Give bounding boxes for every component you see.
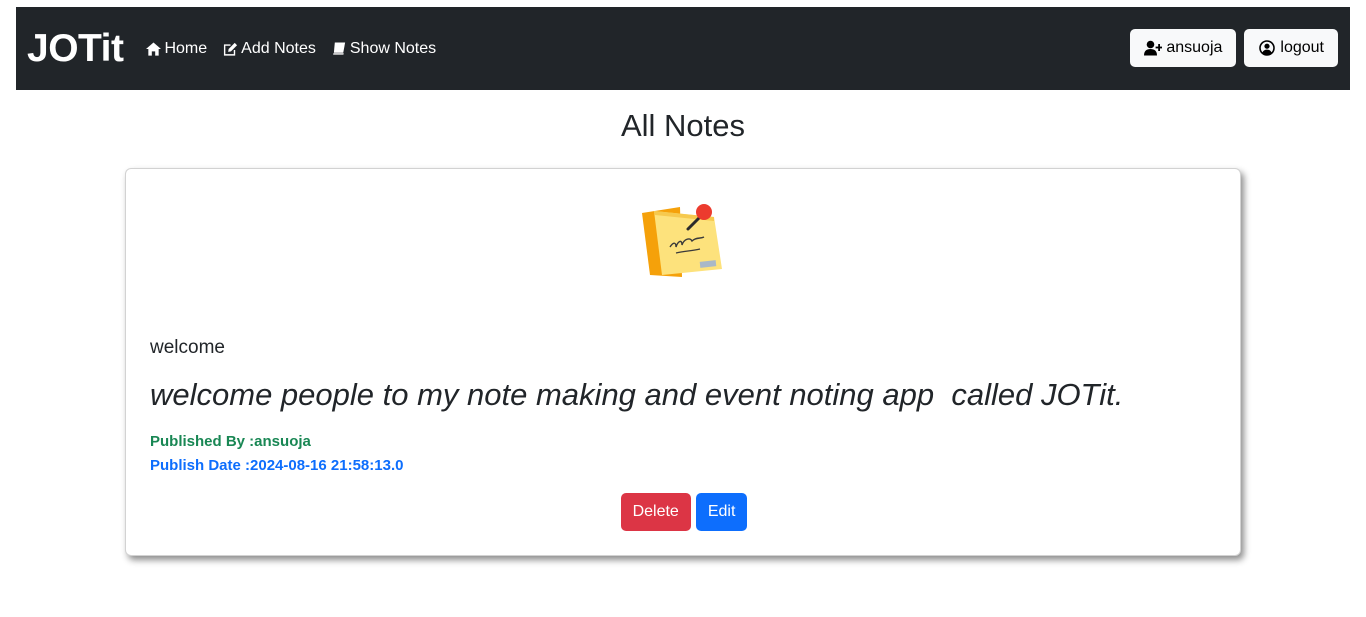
- sticky-note-icon: [642, 204, 722, 277]
- note-card: welcome welcome people to my note making…: [125, 168, 1241, 556]
- user-plus-icon: [1144, 40, 1163, 56]
- publish-date: Publish Date :2024-08-16 21:58:13.0: [150, 457, 404, 474]
- nav-link-home[interactable]: Home: [146, 40, 207, 58]
- navbar: JOTit Home Add Notes Show Notes ansuoja …: [16, 7, 1350, 90]
- home-icon: [146, 41, 162, 56]
- nav-link-add-notes[interactable]: Add Notes: [223, 40, 316, 58]
- logout-button[interactable]: logout: [1244, 29, 1338, 67]
- note-actions: Delete Edit: [126, 493, 1242, 531]
- note-content: welcome people to my note making and eve…: [150, 377, 1124, 412]
- note-title: welcome: [150, 337, 225, 358]
- nav-user-actions: ansuoja logout: [1122, 29, 1338, 67]
- edit-button[interactable]: Edit: [695, 493, 748, 531]
- nav-link-label: Show Notes: [349, 39, 437, 57]
- page-title: All Notes: [620, 108, 746, 143]
- published-by: Published By :ansuoja: [150, 433, 311, 450]
- nav-link-label: Home: [164, 39, 208, 57]
- nav-link-label: Add Notes: [241, 39, 316, 57]
- nav-links: Home Add Notes Show Notes: [146, 40, 452, 58]
- nav-link-show-notes[interactable]: Show Notes: [332, 40, 436, 58]
- logout-button-label: logout: [1280, 39, 1324, 56]
- user-circle-icon: [1259, 40, 1276, 56]
- brand-logo[interactable]: JOTit: [27, 27, 124, 71]
- delete-button[interactable]: Delete: [620, 493, 691, 531]
- edit-icon: [224, 42, 238, 56]
- book-icon: [333, 41, 345, 55]
- user-button-label: ansuoja: [1166, 39, 1223, 56]
- user-button[interactable]: ansuoja: [1130, 29, 1237, 67]
